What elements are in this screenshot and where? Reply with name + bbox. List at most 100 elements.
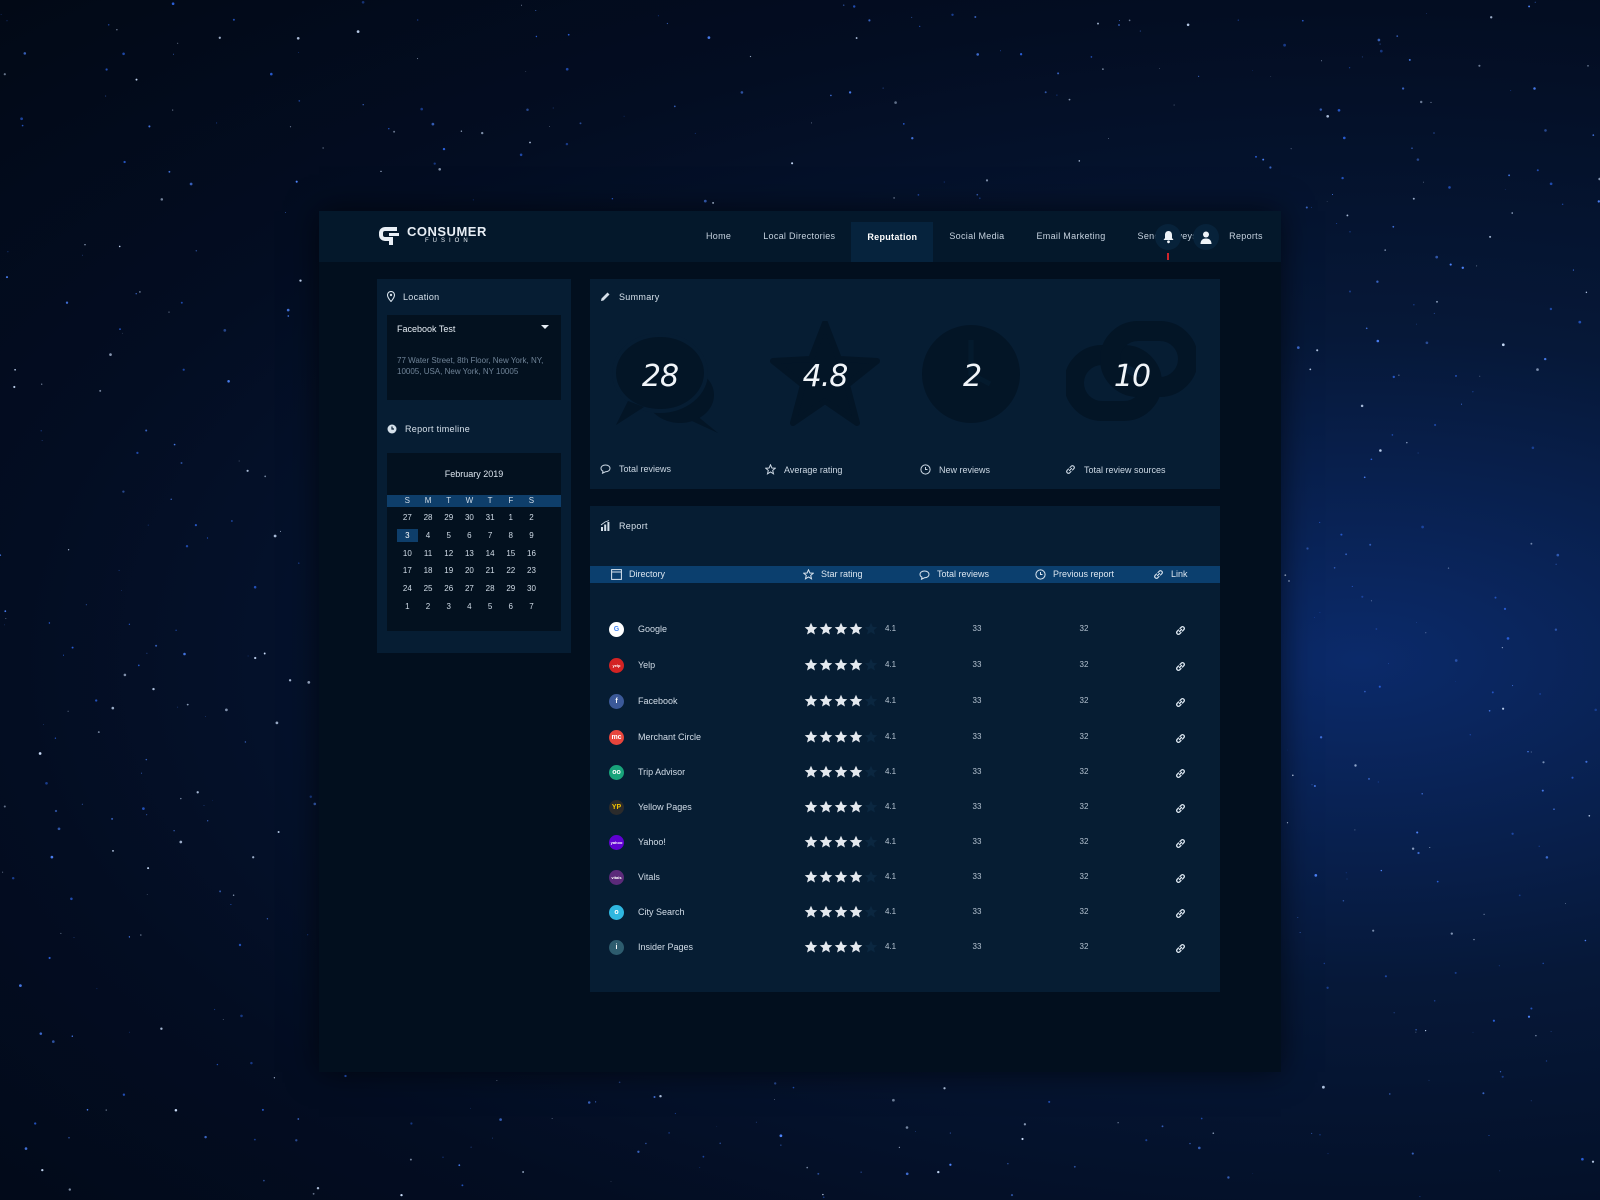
calendar-day[interactable]: 29 [500,582,521,595]
calendar-day[interactable]: 11 [418,547,439,560]
star-dot [155,644,158,647]
calendar-day[interactable]: 14 [480,547,501,560]
report-calendar[interactable]: February 2019 SMTWTFS 27 28 29 30 31 1 2 3 4 5 6 7 8… [387,453,561,631]
nav-local-directories[interactable]: Local Directories [747,211,851,262]
star-dot [1584,939,1587,942]
calendar-day[interactable]: 15 [500,547,521,560]
calendar-day[interactable]: 30 [459,511,480,524]
calendar-day[interactable]: 26 [438,582,459,595]
calendar-day[interactable]: 29 [438,511,459,524]
calendar-day[interactable]: 16 [521,547,542,560]
calendar-day[interactable]: 4 [418,529,439,542]
star-dot [1454,971,1457,974]
notifications-button[interactable] [1155,224,1181,260]
directory-link-icon[interactable] [1175,766,1186,784]
directory-link-icon[interactable] [1175,941,1186,959]
rating-star-icon [804,765,818,778]
star-dot [171,2,175,6]
star-dot [1340,533,1343,536]
directory-link-icon[interactable] [1175,871,1186,889]
calendar-day[interactable]: 25 [418,582,439,595]
star-dot [694,132,696,134]
total-reviews-value: 33 [972,802,982,811]
star-dot [460,130,463,132]
nav-reputation[interactable]: Reputation [851,222,934,262]
previous-report-value: 32 [1079,942,1089,951]
calendar-month: February 2019 [444,469,504,479]
calendar-day[interactable]: 7 [521,600,542,613]
calendar-day[interactable]: 8 [500,529,521,542]
calendar-day[interactable]: 6 [500,600,521,613]
directory-link-icon[interactable] [1175,801,1186,819]
directory-link-icon[interactable] [1175,836,1186,854]
stat-average-rating: 4.8 [765,321,885,437]
calendar-day[interactable]: 5 [438,529,459,542]
directory-name: Yelp [638,660,656,670]
star-dot [792,1086,795,1089]
calendar-day[interactable]: 1 [397,600,418,613]
brand-logo[interactable]: CONSUMER FUSION [377,223,487,247]
location-select[interactable]: Facebook Test 77 Water Street, 8th Floor… [387,315,561,400]
star-dot [222,1018,224,1020]
calendar-day[interactable]: 2 [418,600,439,613]
calendar-day[interactable]: 19 [438,564,459,577]
star-dot [1301,19,1304,22]
nav-email-marketing[interactable]: Email Marketing [1021,211,1122,262]
directory-link-icon[interactable] [1175,623,1186,641]
star-dot [1392,375,1395,379]
calendar-day[interactable]: 24 [397,582,418,595]
calendar-day[interactable]: 21 [480,564,501,577]
column-star-rating[interactable]: Star rating [803,566,863,583]
calendar-day[interactable]: 20 [459,564,480,577]
calendar-day[interactable]: 28 [418,511,439,524]
calendar-day[interactable]: 28 [480,582,501,595]
nav-home[interactable]: Home [690,211,747,262]
star-dot [218,36,221,39]
star-dot [1128,19,1131,22]
nav-social-media[interactable]: Social Media [933,211,1020,262]
calendar-day[interactable]: 5 [480,600,501,613]
calendar-day[interactable]: 1 [500,511,521,524]
nav-reports[interactable]: Reports [1213,211,1279,262]
calendar-day[interactable]: 3 [438,600,459,613]
calendar-day[interactable]: 12 [438,547,459,560]
calendar-day[interactable]: 6 [459,529,480,542]
column-directory[interactable]: Directory [611,566,665,583]
nav-reports-label: Reports [1229,231,1263,241]
calendar-day[interactable]: 10 [397,547,418,560]
calendar-day[interactable]: 17 [397,564,418,577]
directory-link-icon[interactable] [1175,695,1186,713]
calendar-day[interactable]: 13 [459,547,480,560]
star-dot [1492,1019,1495,1022]
column-link[interactable]: Link [1153,566,1188,583]
column-previous-report[interactable]: Previous report [1035,566,1114,583]
rating-star-icon [819,835,833,848]
calendar-day[interactable]: 31 [480,511,501,524]
directory-link-icon[interactable] [1175,659,1186,677]
calendar-day[interactable]: 3 [397,529,418,543]
calendar-day[interactable]: 27 [397,511,418,524]
rating-value: 4.1 [885,942,897,951]
star-dot [309,795,313,799]
column-total-reviews[interactable]: Total reviews [919,566,989,583]
star-dot [1341,176,1344,180]
star-dot [1433,132,1435,134]
star-dot [183,652,186,656]
calendar-day[interactable]: 2 [521,511,542,524]
star-dot [11,876,15,880]
calendar-day[interactable]: 7 [480,529,501,542]
star-dot [458,1164,461,1167]
star-dot [1319,612,1321,614]
star-dot [1592,134,1595,136]
rating-star-icon [849,622,863,635]
calendar-day[interactable]: 30 [521,582,542,595]
calendar-day[interactable]: 18 [418,564,439,577]
calendar-day[interactable]: 4 [459,600,480,613]
directory-link-icon[interactable] [1175,731,1186,749]
calendar-day[interactable]: 27 [459,582,480,595]
calendar-day[interactable]: 9 [521,529,542,542]
calendar-day[interactable]: 23 [521,564,542,577]
calendar-day[interactable]: 22 [500,564,521,577]
profile-button[interactable] [1193,224,1219,250]
directory-link-icon[interactable] [1175,906,1186,924]
